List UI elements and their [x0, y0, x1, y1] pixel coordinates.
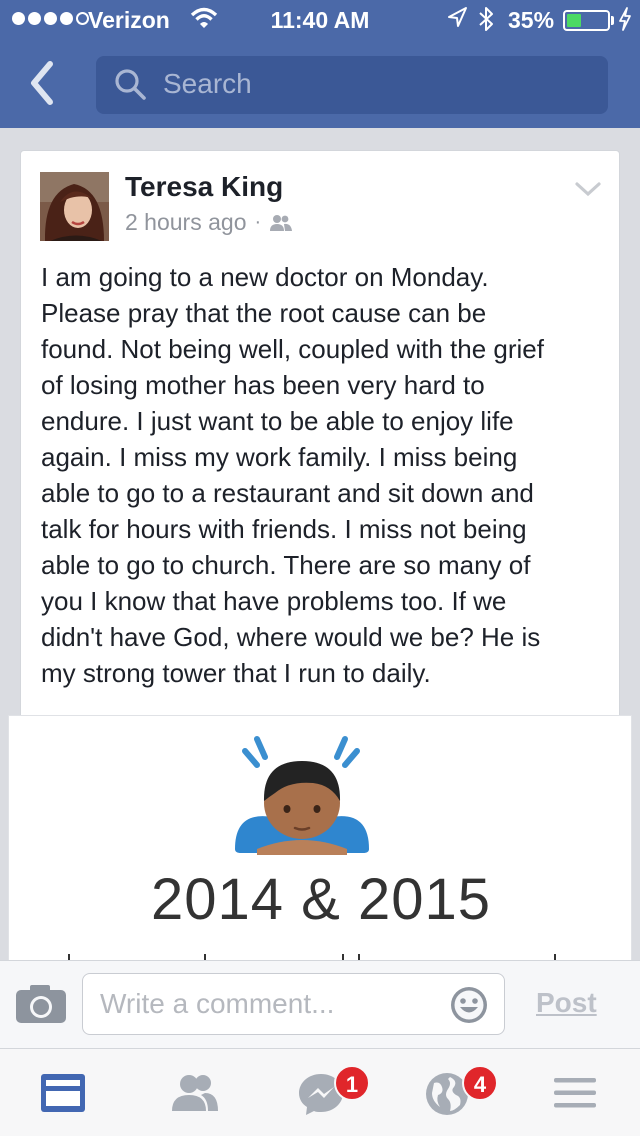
search-icon [115, 69, 146, 100]
post-text-line: able to go to church. There are so many … [41, 550, 531, 580]
battery-icon [563, 10, 610, 31]
facebook-post-screen: Verizon 11:40 AM 35% Search Teresa King … [0, 0, 640, 1136]
status-bar: Verizon 11:40 AM 35% [0, 0, 640, 40]
shared-image[interactable]: 2014 & 2015 [8, 715, 632, 975]
chevron-down-icon [575, 182, 601, 197]
person-bowing-emoji [235, 736, 369, 855]
tab-friend-requests[interactable] [146, 1049, 236, 1136]
bluetooth-icon [479, 7, 493, 31]
post-text-line: my strong tower that I run to daily. [41, 658, 431, 688]
post-text-line: Please pray that the root cause can be [41, 298, 487, 328]
post-body: I am going to a new doctor on Monday. Ple… [41, 259, 611, 691]
post-text-line: didn't have God, where would we be? He i… [41, 622, 541, 652]
search-input[interactable]: Search [96, 56, 608, 114]
meta-separator: · [254, 211, 262, 233]
back-button[interactable] [22, 58, 72, 114]
signal-strength-icon [12, 12, 89, 25]
smiley-icon [451, 987, 487, 1023]
tab-notifications[interactable]: 4 [402, 1049, 498, 1136]
sticker-button[interactable] [449, 985, 489, 1030]
post-text-line: of losing mother has been very hard to [41, 370, 485, 400]
author-name[interactable]: Teresa King [125, 171, 283, 203]
post-text-line: I am going to a new doctor on Monday. [41, 262, 489, 292]
wifi-icon [190, 7, 218, 28]
search-placeholder: Search [163, 68, 252, 99]
post-text-line: again. I miss my work family. I miss bei… [41, 442, 518, 472]
post-text-line: able to go to a restaurant and sit down … [41, 478, 534, 508]
post-text-line: talk for hours with friends. I miss not … [41, 514, 527, 544]
carrier-name: Verizon [88, 7, 170, 33]
comment-input[interactable]: Write a comment... [82, 973, 505, 1035]
chevron-left-icon [31, 61, 53, 105]
post-options-button[interactable] [574, 179, 602, 204]
avatar[interactable] [40, 172, 109, 241]
tab-news-feed[interactable] [18, 1049, 108, 1136]
messenger-badge: 1 [334, 1065, 370, 1101]
menu-icon [554, 1078, 596, 1108]
charging-bolt-icon [619, 7, 631, 31]
profile-photo [40, 172, 109, 241]
friend-requests-icon [172, 1075, 218, 1111]
tab-menu[interactable] [530, 1049, 620, 1136]
post-text-line: found. Not being well, coupled with the … [41, 334, 544, 364]
post-comment-button[interactable]: Post [536, 987, 597, 1019]
tab-bar: 1 4 [0, 1048, 640, 1136]
post-meta: 2 hours ago · [125, 209, 293, 236]
post-text-line: endure. I just want to be able to enjoy … [41, 406, 514, 436]
comment-composer: Write a comment... Post [0, 960, 640, 1048]
tab-messenger[interactable]: 1 [274, 1049, 370, 1136]
post-text-line: you I know that have problems too. If we [41, 586, 507, 616]
image-caption: 2014 & 2015 [151, 867, 491, 932]
comment-placeholder: Write a comment... [100, 988, 335, 1019]
camera-button[interactable] [14, 983, 68, 1030]
news-feed-icon [41, 1074, 85, 1112]
post-timestamp[interactable]: 2 hours ago [125, 209, 246, 236]
battery-percent: 35% [508, 7, 555, 33]
location-arrow-icon [448, 7, 467, 27]
friends-icon [270, 214, 293, 231]
top-bar: Verizon 11:40 AM 35% Search [0, 0, 640, 128]
camera-icon [16, 985, 66, 1023]
notifications-badge: 4 [462, 1065, 498, 1101]
